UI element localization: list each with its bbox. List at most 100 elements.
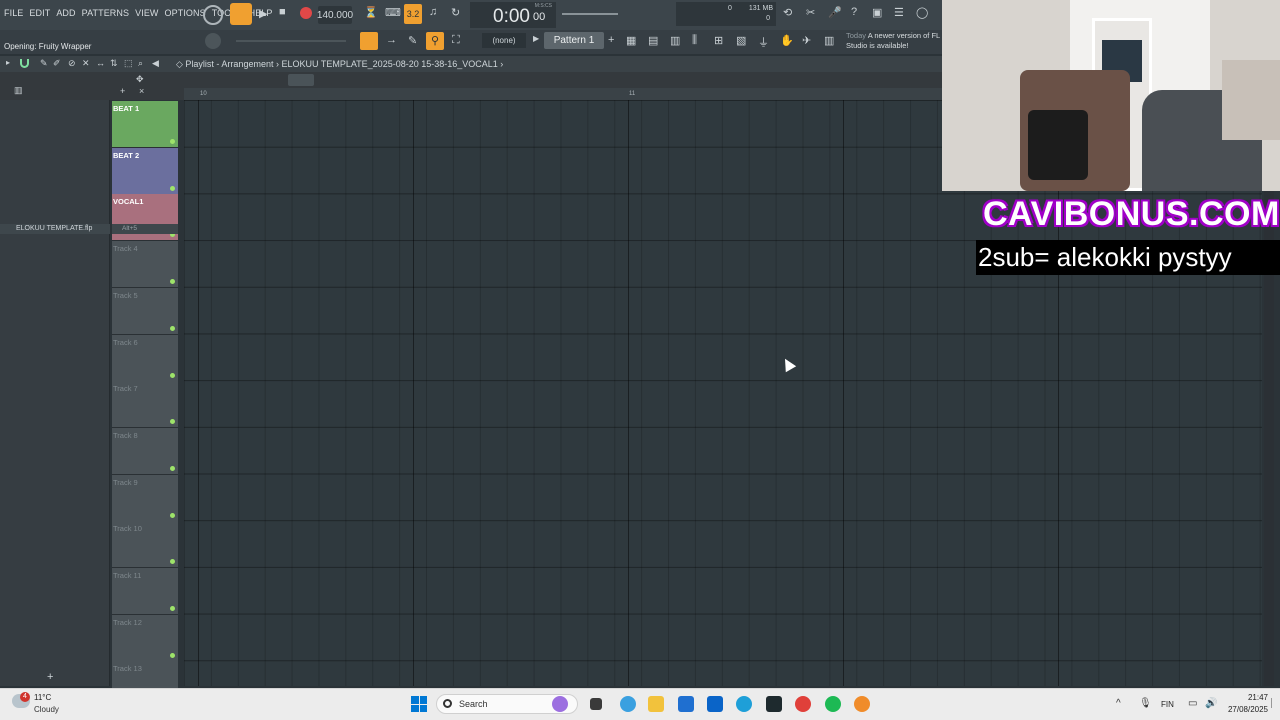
close-track-icon[interactable]: ×: [139, 86, 144, 96]
add-track-icon[interactable]: +: [120, 86, 125, 96]
project-tree-icon[interactable]: ⊞: [714, 34, 723, 47]
track-led-icon[interactable]: [170, 279, 175, 285]
tray-volume-icon[interactable]: 🔊: [1205, 698, 1217, 709]
track-header[interactable]: Track 7: [112, 381, 178, 429]
pattern-selector-none[interactable]: (none): [482, 33, 526, 48]
menu-add[interactable]: ADD: [56, 8, 75, 18]
language-indicator[interactable]: FIN: [1161, 700, 1174, 709]
main-pitch-knob[interactable]: [205, 33, 221, 49]
playlist-shortcut-icon[interactable]: [360, 32, 378, 50]
notifications-icon[interactable]: [1271, 698, 1277, 708]
wait-input-icon[interactable]: ⌨: [385, 6, 401, 19]
fl-studio-icon[interactable]: [854, 696, 870, 712]
record-icon[interactable]: [300, 7, 312, 19]
undo-icon[interactable]: ⟲: [783, 6, 792, 19]
piano-roll-icon[interactable]: ▤: [648, 34, 658, 47]
loop-record-icon[interactable]: ↻: [451, 6, 460, 19]
track-led-icon[interactable]: [170, 372, 175, 378]
play-icon[interactable]: ▶: [259, 7, 267, 20]
pattern-selector[interactable]: Pattern 1: [544, 32, 604, 49]
playlist-menu-arrow-icon[interactable]: ▸: [6, 58, 10, 67]
timeline-ruler[interactable]: 10 11: [184, 88, 942, 100]
track-header[interactable]: Track 12: [112, 614, 178, 662]
plugin-picker-icon[interactable]: ⏚: [758, 34, 769, 50]
track-header[interactable]: Track 9: [112, 474, 178, 522]
mute-tool-icon[interactable]: ✕: [82, 58, 90, 69]
app-icon[interactable]: [766, 696, 782, 712]
browser-add-icon[interactable]: +: [47, 671, 53, 683]
help-icon[interactable]: ?: [851, 6, 857, 18]
horizontal-scrollbar[interactable]: [288, 74, 314, 86]
stop-icon[interactable]: ■: [279, 6, 286, 18]
step-button[interactable]: 3.2: [404, 4, 422, 24]
tray-network-icon[interactable]: ▭: [1188, 698, 1197, 709]
store-icon[interactable]: [678, 696, 694, 712]
link-icon[interactable]: ⚲: [426, 32, 444, 50]
tempo-display[interactable]: 140.000: [317, 6, 353, 24]
track-led-icon[interactable]: [170, 419, 175, 425]
browser-window-icon[interactable]: ▧: [736, 34, 746, 47]
delete-tool-icon[interactable]: ⊘: [68, 58, 76, 69]
menu-options[interactable]: OPTIONS: [165, 8, 206, 18]
tray-chevron-icon[interactable]: ^: [1116, 698, 1121, 709]
copilot-icon[interactable]: [552, 696, 568, 712]
save-icon[interactable]: ▣: [872, 6, 882, 19]
magnet-icon[interactable]: [20, 59, 29, 68]
track-led-icon[interactable]: [170, 652, 175, 658]
slice-tool-icon[interactable]: ⇅: [110, 58, 118, 69]
track-header[interactable]: BEAT 1: [112, 101, 178, 148]
file-explorer-icon[interactable]: [648, 696, 664, 712]
blend-icon[interactable]: ♫: [429, 6, 437, 18]
metronome-icon[interactable]: ⏳: [364, 6, 378, 19]
paint-tool-icon[interactable]: ✐: [53, 58, 61, 69]
edge-icon[interactable]: [736, 696, 752, 712]
tray-mic-icon[interactable]: 🎙: [1139, 698, 1152, 709]
pattern-prev-icon[interactable]: ▶: [533, 34, 539, 43]
clock-time[interactable]: 21:47: [1228, 693, 1268, 702]
slip-tool-icon[interactable]: ↔: [96, 58, 105, 68]
menu-view[interactable]: VIEW: [135, 8, 158, 18]
track-led-icon[interactable]: [170, 185, 175, 191]
arrow-right-icon[interactable]: →: [386, 34, 397, 46]
playlist-window-icon[interactable]: ▦: [626, 34, 636, 47]
track-header[interactable]: Track 11: [112, 568, 178, 615]
cut-icon[interactable]: ✂: [806, 6, 815, 19]
track-header[interactable]: Track 8: [112, 427, 178, 475]
track-led-icon[interactable]: [170, 512, 175, 518]
channel-rack-icon[interactable]: ▥: [670, 34, 680, 47]
touch-controller-icon[interactable]: ✋: [780, 34, 794, 47]
track-header[interactable]: BEAT 2: [112, 147, 178, 195]
menu-file[interactable]: FILE: [4, 8, 23, 18]
mic-icon[interactable]: 🎤: [828, 6, 842, 19]
track-led-icon[interactable]: [170, 465, 175, 471]
track-led-icon[interactable]: [170, 325, 175, 331]
news-panel[interactable]: Today A newer version of FL Studio is av…: [846, 31, 940, 51]
piano-keys-icon[interactable]: ▥: [14, 85, 23, 96]
pattern-add-icon[interactable]: +: [608, 34, 614, 46]
chat-icon[interactable]: ◯: [916, 6, 928, 19]
stamp-icon[interactable]: ⛶: [452, 34, 460, 47]
zoom-icon[interactable]: ✥: [136, 74, 144, 85]
mixer-window-icon[interactable]: ⫼: [692, 34, 697, 47]
track-header[interactable]: Track 10: [112, 521, 178, 569]
track-header[interactable]: Track 5: [112, 287, 178, 335]
pen-icon[interactable]: ✎: [408, 34, 417, 47]
browser-item-project[interactable]: ELOKUU TEMPLATE.flp: [0, 224, 110, 234]
track-led-icon[interactable]: [170, 139, 175, 144]
select-tool-icon[interactable]: ⬚: [124, 58, 133, 69]
task-view-icon[interactable]: [590, 698, 602, 710]
playback-tool-icon[interactable]: ◀: [152, 58, 159, 69]
tempo-tapper-icon[interactable]: ✈: [802, 34, 811, 47]
draw-tool-icon[interactable]: ✎: [40, 58, 48, 69]
windows-start-icon[interactable]: [411, 696, 427, 712]
menu-patterns[interactable]: PATTERNS: [82, 8, 129, 18]
zoom-tool-icon[interactable]: ⌕: [138, 58, 143, 69]
track-header[interactable]: Track 4: [112, 241, 178, 289]
menu-edit[interactable]: EDIT: [29, 8, 50, 18]
outlook-icon[interactable]: [707, 696, 723, 712]
track-header[interactable]: Track 6: [112, 334, 178, 382]
cloud-icon[interactable]: ▥: [824, 34, 834, 47]
copilot-app-icon[interactable]: [620, 696, 636, 712]
spotify-icon[interactable]: [825, 696, 841, 712]
snap-slider[interactable]: [236, 40, 346, 42]
